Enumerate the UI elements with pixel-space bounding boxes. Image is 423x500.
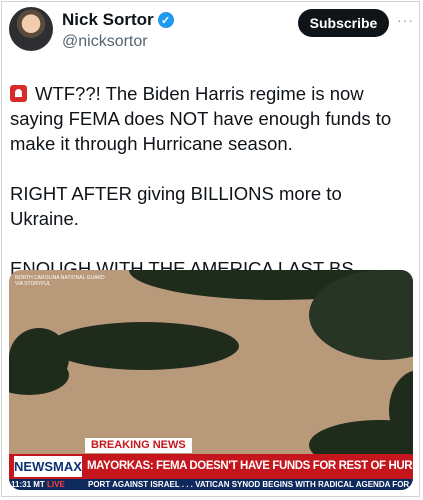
subscribe-button[interactable]: Subscribe — [298, 9, 389, 37]
broadcast-time: 11:31 MT LIVE — [11, 480, 65, 489]
chyron-headline: MAYORKAS: FEMA DOESN'T HAVE FUNDS FOR RE… — [87, 460, 413, 472]
avatar[interactable] — [9, 7, 53, 51]
tweet-paragraph-2: RIGHT AFTER giving BILLIONS more to Ukra… — [10, 183, 342, 229]
author-name[interactable]: Nick Sortor ✓ — [62, 10, 174, 30]
breaking-news-tag: BREAKING NEWS — [85, 438, 192, 453]
tweet-paragraph-1: WTF??! The Biden Harris regime is now sa… — [10, 83, 392, 154]
footage-credit: NORTH CAROLINA NATIONAL GUARD VIA STORYF… — [15, 275, 105, 287]
ticker-text: PORT AGAINST ISRAEL . . . VATICAN SYNOD … — [88, 480, 413, 489]
newsmax-logo: NEWSMAX — [14, 456, 82, 477]
more-options-icon[interactable]: ··· — [397, 12, 414, 28]
author-handle[interactable]: @nicksortor — [62, 33, 148, 51]
author-name-text[interactable]: Nick Sortor — [62, 10, 154, 30]
police-light-emoji-icon — [10, 85, 27, 102]
verified-badge-icon: ✓ — [157, 12, 174, 28]
tweet-media-image[interactable]: NORTH CAROLINA NATIONAL GUARD VIA STORYF… — [9, 270, 413, 490]
